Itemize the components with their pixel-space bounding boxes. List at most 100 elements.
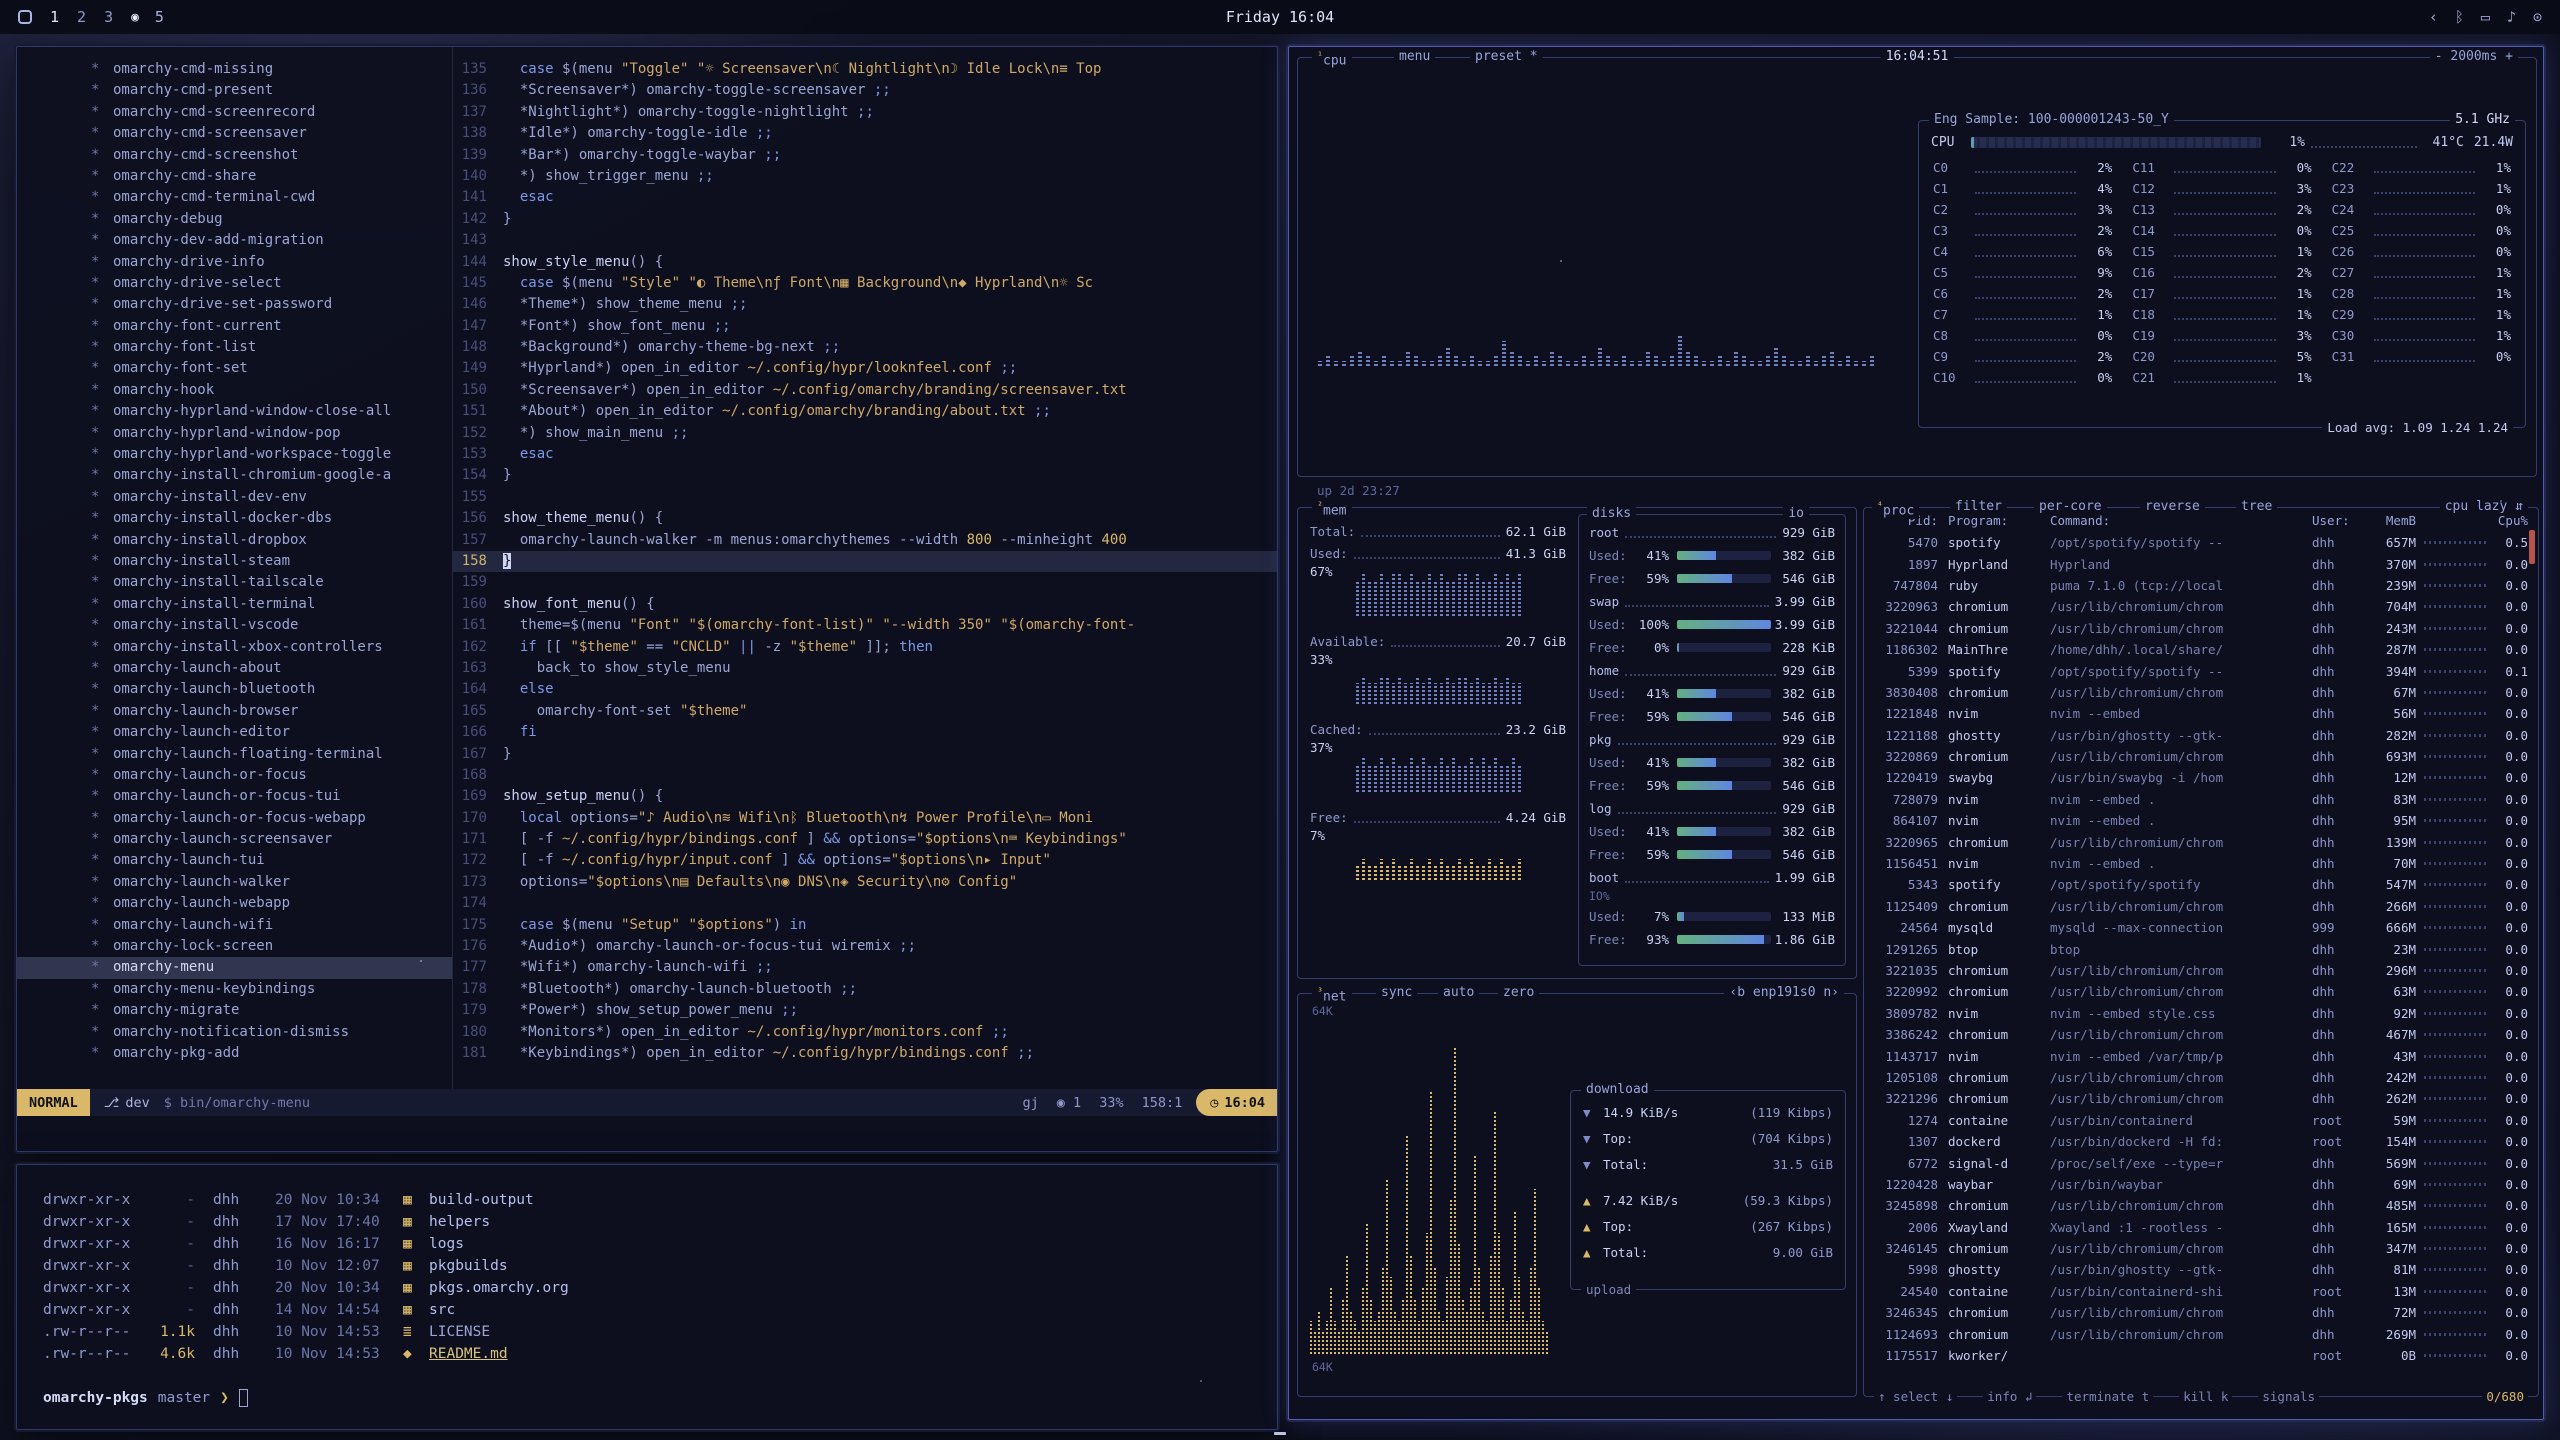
file-picker-item[interactable]: *omarchy-cmd-terminal-cwd [17, 187, 452, 208]
btop-window[interactable]: ¹cpu menu preset * 16:04:51 - 2000ms + E… [1288, 46, 2544, 1420]
file-picker-item[interactable]: *omarchy-font-list [17, 337, 452, 358]
code-line[interactable]: 139 *Bar*) omarchy-toggle-waybar ;; [453, 145, 1277, 166]
process-footer-item[interactable]: info ↲ [1983, 1389, 2036, 1405]
proc-row[interactable]: 1291265btopbtopdhh23M0.0 [1864, 938, 2538, 959]
proc-row[interactable]: 3245898chromium/usr/lib/chromium/chromdh… [1864, 1195, 2538, 1216]
tree-button[interactable]: tree [2236, 499, 2277, 515]
proc-row[interactable]: 1125409chromium/usr/lib/chromium/chromdh… [1864, 896, 2538, 917]
code-line[interactable]: 173 options="$options\n▤ Defaults\n◉ DNS… [453, 872, 1277, 893]
file-picker-item[interactable]: *omarchy-debug [17, 209, 452, 230]
proc-row[interactable]: 3220963chromium/usr/lib/chromium/chromdh… [1864, 596, 2538, 617]
proc-row[interactable]: 3220992chromium/usr/lib/chromium/chromdh… [1864, 981, 2538, 1002]
file-picker-item[interactable]: *omarchy-cmd-present [17, 80, 452, 101]
code-line[interactable]: 160show_font_menu() { [453, 594, 1277, 615]
file-picker-item[interactable]: *omarchy-drive-info [17, 252, 452, 273]
code-line[interactable]: 162 if [[ "$theme" == "CNCLD" || -z "$th… [453, 637, 1277, 658]
code-line[interactable]: 169show_setup_menu() { [453, 786, 1277, 807]
file-picker-item[interactable]: *omarchy-font-set [17, 358, 452, 379]
code-line[interactable]: 135 case $(menu "Toggle" "☼ Screensaver\… [453, 59, 1277, 80]
code-line[interactable]: 137 *Nightlight*) omarchy-toggle-nightli… [453, 102, 1277, 123]
proc-row[interactable]: 728079nvimnvim --embed .dhh83M0.0 [1864, 789, 2538, 810]
net-interface-switcher[interactable]: ‹b enp191s0 n› [1724, 985, 1844, 1001]
file-picker-item[interactable]: *omarchy-install-chromium-google-a [17, 465, 452, 486]
file-picker-item[interactable]: *omarchy-launch-or-focus [17, 765, 452, 786]
file-picker-item[interactable]: *omarchy-install-tailscale [17, 572, 452, 593]
network-box-title[interactable]: ³net [1312, 985, 1352, 1005]
interval-control[interactable]: - 2000ms + [2430, 49, 2518, 65]
file-picker-item[interactable]: *omarchy-font-current [17, 316, 452, 337]
proc-row[interactable]: 1221188ghostty/usr/bin/ghostty --gtk-dhh… [1864, 725, 2538, 746]
file-picker-item[interactable]: *omarchy-launch-bluetooth [17, 679, 452, 700]
terminal-window[interactable]: drwxr-xr-x-dhh20 Nov 10:34▦build-outputd… [16, 1164, 1278, 1430]
proc-row[interactable]: 1156451nvimnvim --embed .dhh70M0.0 [1864, 853, 2538, 874]
proc-row[interactable]: 6772signal-d/proc/self/exe --type=rdhh56… [1864, 1152, 2538, 1173]
proc-row[interactable]: 3220965chromium/usr/lib/chromium/chromdh… [1864, 831, 2538, 852]
code-line[interactable]: 157 omarchy-launch-walker -m menus:omarc… [453, 530, 1277, 551]
code-line[interactable]: 159 [453, 572, 1277, 593]
filter-button[interactable]: filter [1950, 499, 2007, 515]
file-picker-item[interactable]: *omarchy-launch-screensaver [17, 829, 452, 850]
proc-row[interactable]: 1124693chromium/usr/lib/chromium/chromdh… [1864, 1323, 2538, 1344]
file-picker-item[interactable]: *omarchy-launch-walker [17, 872, 452, 893]
code-line[interactable]: 151 *About*) open_in_editor ~/.config/om… [453, 401, 1277, 422]
code-line[interactable]: 170 local options="♪ Audio\n≋ Wifi\nᛒ Bl… [453, 808, 1277, 829]
proc-row[interactable]: 1143717nvimnvim --embed /var/tmp/pdhh43M… [1864, 1045, 2538, 1066]
file-picker-item[interactable]: *omarchy-hyprland-window-pop [17, 423, 452, 444]
proc-row[interactable]: 5998ghostty/usr/bin/ghostty --gtk-dhh81M… [1864, 1259, 2538, 1280]
code-line[interactable]: 166 fi [453, 722, 1277, 743]
file-picker-item[interactable]: *omarchy-dev-add-migration [17, 230, 452, 251]
code-line[interactable]: 167} [453, 744, 1277, 765]
code-area[interactable]: 135 case $(menu "Toggle" "☼ Screensaver\… [453, 47, 1277, 1089]
code-line[interactable]: 161 theme=$(menu "Font" "$(omarchy-font-… [453, 615, 1277, 636]
code-line[interactable]: 138 *Idle*) omarchy-toggle-idle ;; [453, 123, 1277, 144]
sort-selector[interactable]: cpu lazy ⇵ [2440, 499, 2528, 515]
code-line[interactable]: 136 *Screensaver*) omarchy-toggle-screen… [453, 80, 1277, 101]
file-picker-item[interactable]: *omarchy-migrate [17, 1000, 452, 1021]
command-line[interactable] [17, 1116, 1277, 1151]
proc-row[interactable]: 1220419swaybg/usr/bin/swaybg -i /homdhh1… [1864, 767, 2538, 788]
code-line[interactable]: 181 *Keybindings*) open_in_editor ~/.con… [453, 1043, 1277, 1064]
proc-row[interactable]: 1897HyprlandHyprlanddhh370M0.0 [1864, 553, 2538, 574]
code-line[interactable]: 145 case $(menu "Style" "◐ Theme\nƒ Font… [453, 273, 1277, 294]
file-picker-item[interactable]: *omarchy-lock-screen [17, 936, 452, 957]
file-picker-item[interactable]: *omarchy-install-vscode [17, 615, 452, 636]
workspace-2[interactable]: 2 [75, 8, 88, 26]
file-picker-item[interactable]: *omarchy-launch-webapp [17, 893, 452, 914]
proc-row[interactable]: 1205108chromium/usr/lib/chromium/chromdh… [1864, 1067, 2538, 1088]
file-picker-item[interactable]: *omarchy-hook [17, 380, 452, 401]
display-icon[interactable]: ▭ [2481, 8, 2490, 26]
file-picker-item[interactable]: *omarchy-install-steam [17, 551, 452, 572]
per-core-button[interactable]: per-core [2034, 499, 2107, 515]
clock[interactable]: Friday 16:04 [1226, 8, 1334, 26]
proc-row[interactable]: 3386242chromium/usr/lib/chromium/chromdh… [1864, 1024, 2538, 1045]
process-footer-item[interactable]: kill k [2179, 1389, 2232, 1405]
code-line[interactable]: 175 case $(menu "Setup" "$options") in [453, 915, 1277, 936]
code-line[interactable]: 171 [ -f ~/.config/hypr/bindings.conf ] … [453, 829, 1277, 850]
workspace-3[interactable]: 3 [102, 8, 115, 26]
code-line[interactable]: 142} [453, 209, 1277, 230]
omarchy-logo-icon[interactable] [18, 10, 32, 24]
shell-prompt[interactable]: omarchy-pkgs master ❯ [43, 1389, 1277, 1407]
code-line[interactable]: 146 *Theme*) show_theme_menu ;; [453, 294, 1277, 315]
file-picker-item[interactable]: *omarchy-launch-browser [17, 701, 452, 722]
editor-window[interactable]: *omarchy-cmd-missing*omarchy-cmd-present… [16, 46, 1278, 1152]
process-footer-item[interactable]: ↑ select ↓ [1874, 1389, 1957, 1405]
proc-row[interactable]: 1175517kworker/root0B0.0 [1864, 1345, 2538, 1366]
process-box-title[interactable]: ⁴proc [1872, 499, 1919, 519]
volume-icon[interactable]: ♪ [2507, 8, 2516, 26]
code-line[interactable]: 176 *Audio*) omarchy-launch-or-focus-tui… [453, 936, 1277, 957]
proc-row[interactable]: 5343spotify/opt/spotify/spotifydhh547M0.… [1864, 874, 2538, 895]
file-picker-item[interactable]: *omarchy-cmd-share [17, 166, 452, 187]
code-line[interactable]: 179 *Power*) show_setup_power_menu ;; [453, 1000, 1277, 1021]
io-toggle[interactable]: io [1783, 506, 1809, 522]
code-line[interactable]: 148 *Background*) omarchy-theme-bg-next … [453, 337, 1277, 358]
file-picker-item[interactable]: *omarchy-launch-editor [17, 722, 452, 743]
power-icon[interactable]: ⊙ [2533, 8, 2542, 26]
bluetooth-icon[interactable]: ᛒ [2455, 8, 2464, 26]
proc-row[interactable]: 3246145chromium/usr/lib/chromium/chromdh… [1864, 1238, 2538, 1259]
file-picker-item[interactable]: *omarchy-hyprland-window-close-all [17, 401, 452, 422]
process-footer-item[interactable]: signals [2258, 1389, 2319, 1405]
code-line[interactable]: 163 back_to show_style_menu [453, 658, 1277, 679]
net-sync-button[interactable]: sync [1376, 985, 1417, 1001]
proc-row[interactable]: 2006XwaylandXwayland :1 -rootless -dhh16… [1864, 1217, 2538, 1238]
